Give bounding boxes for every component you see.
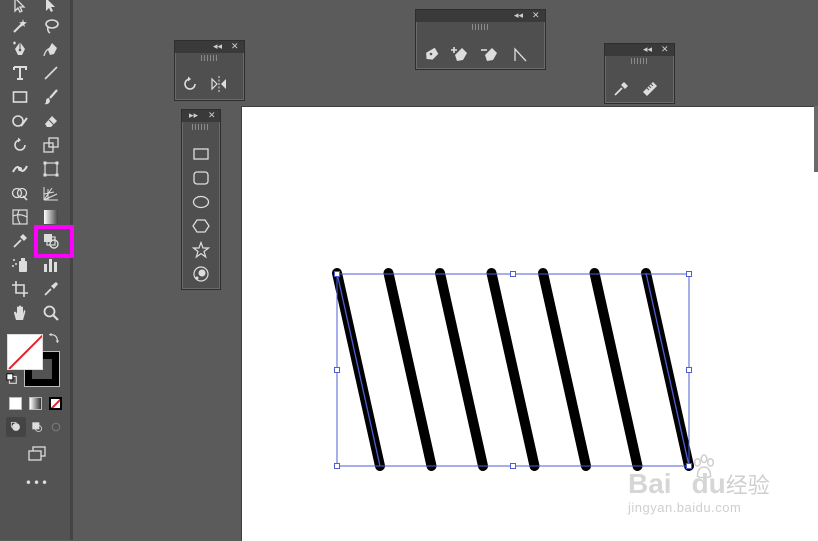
perspective-grid-icon[interactable] — [40, 182, 62, 204]
scale-icon[interactable] — [40, 134, 62, 156]
rectangle-icon[interactable] — [9, 86, 31, 108]
rotate-icon[interactable] — [9, 134, 31, 156]
brush-icon[interactable] — [40, 86, 62, 108]
panel-grip[interactable] — [200, 55, 219, 61]
panel-grip[interactable] — [630, 58, 649, 64]
polygon-icon[interactable] — [191, 216, 211, 236]
panel-grip[interactable] — [192, 124, 210, 130]
baidu-watermark: Bai du经验 jingyan.baidu.com — [628, 454, 778, 522]
zoom-icon[interactable] — [40, 302, 62, 324]
panel-titlebar[interactable]: ◂◂ ✕ — [175, 41, 244, 53]
symbol-sprayer-icon[interactable] — [9, 254, 31, 276]
draw-normal-icon[interactable] — [6, 417, 26, 437]
line-icon[interactable] — [40, 62, 62, 84]
tools-panel: ••• — [0, 0, 74, 540]
close-panel-icon[interactable]: ✕ — [208, 110, 216, 122]
measure-icon[interactable] — [640, 79, 660, 99]
rectangle-icon[interactable] — [191, 144, 211, 164]
star-icon[interactable] — [191, 240, 211, 260]
blend-tool-highlight — [34, 225, 74, 258]
close-panel-icon[interactable]: ✕ — [532, 10, 540, 22]
rotate-tools-panel: ◂◂ ✕ — [174, 40, 245, 101]
collapse-panel-icon[interactable]: ◂◂ — [643, 44, 652, 56]
anchor-point-icon[interactable] — [511, 44, 531, 64]
draw-behind-icon[interactable] — [27, 417, 47, 437]
watermark-brand-cn: 经验 — [725, 474, 770, 499]
slice-icon[interactable] — [40, 278, 62, 300]
curvature-pen-icon[interactable] — [40, 38, 62, 60]
watermark-brand-mid: du — [691, 468, 726, 499]
panel-grip[interactable] — [471, 24, 490, 30]
lasso-icon[interactable] — [40, 15, 62, 37]
toolbar-edge — [70, 0, 73, 540]
fill-swatch[interactable] — [7, 334, 43, 370]
shape-tools-panel: ▸▸ ✕ — [181, 109, 221, 290]
panel-titlebar[interactable]: ◂◂ ✕ — [416, 10, 545, 22]
watermark-url: jingyan.baidu.com — [628, 500, 742, 515]
close-panel-icon[interactable]: ✕ — [231, 41, 239, 53]
gradient-mode-button[interactable] — [29, 397, 42, 410]
direct-selection-tool-icon[interactable] — [40, 0, 62, 16]
shaper-icon[interactable] — [9, 110, 31, 132]
shape-builder-icon[interactable] — [9, 182, 31, 204]
delete-anchor-point-icon[interactable] — [479, 44, 499, 64]
edit-toolbar-button[interactable]: ••• — [24, 476, 50, 490]
add-anchor-point-icon[interactable] — [449, 44, 469, 64]
hand-icon[interactable] — [9, 302, 31, 324]
pen-icon[interactable] — [9, 38, 31, 60]
eyedropper-icon[interactable] — [9, 230, 31, 252]
artboard-icon[interactable] — [9, 278, 31, 300]
none-mode-button[interactable] — [49, 397, 62, 410]
ellipse-icon[interactable] — [191, 192, 211, 212]
color-mode-button[interactable] — [9, 397, 22, 410]
free-transform-icon[interactable] — [40, 158, 62, 180]
eyedropper-tools-panel: ◂◂ ✕ — [604, 43, 675, 104]
panel-titlebar[interactable]: ◂◂ ✕ — [605, 44, 674, 56]
panel-titlebar[interactable]: ▸▸ ✕ — [182, 110, 220, 122]
pen-icon[interactable] — [421, 44, 441, 64]
draw-inside-icon[interactable] — [46, 417, 66, 437]
rotate-icon[interactable] — [180, 74, 200, 94]
screen-mode-icon[interactable] — [24, 443, 50, 465]
magic-wand-icon[interactable] — [9, 15, 31, 37]
pen-tools-panel: ◂◂ ✕ — [415, 9, 546, 70]
reflect-icon[interactable] — [209, 74, 229, 94]
eraser-icon[interactable] — [40, 110, 62, 132]
type-icon[interactable] — [9, 62, 31, 84]
width-icon[interactable] — [9, 158, 31, 180]
eyedropper-icon[interactable] — [611, 79, 631, 99]
swap-fill-stroke-icon[interactable] — [47, 331, 61, 345]
watermark-brand: Bai — [628, 468, 672, 499]
selection-tool-icon[interactable] — [9, 0, 31, 16]
default-fill-stroke-icon[interactable] — [5, 372, 19, 386]
close-panel-icon[interactable]: ✕ — [661, 44, 669, 56]
expand-panel-icon[interactable]: ▸▸ — [189, 110, 198, 122]
flare-icon[interactable] — [191, 264, 211, 284]
vertical-scrollbar[interactable] — [814, 106, 818, 172]
mesh-icon[interactable] — [9, 206, 31, 228]
rounded-rectangle-icon[interactable] — [191, 168, 211, 188]
collapse-panel-icon[interactable]: ◂◂ — [514, 10, 523, 22]
collapse-panel-icon[interactable]: ◂◂ — [213, 41, 222, 53]
